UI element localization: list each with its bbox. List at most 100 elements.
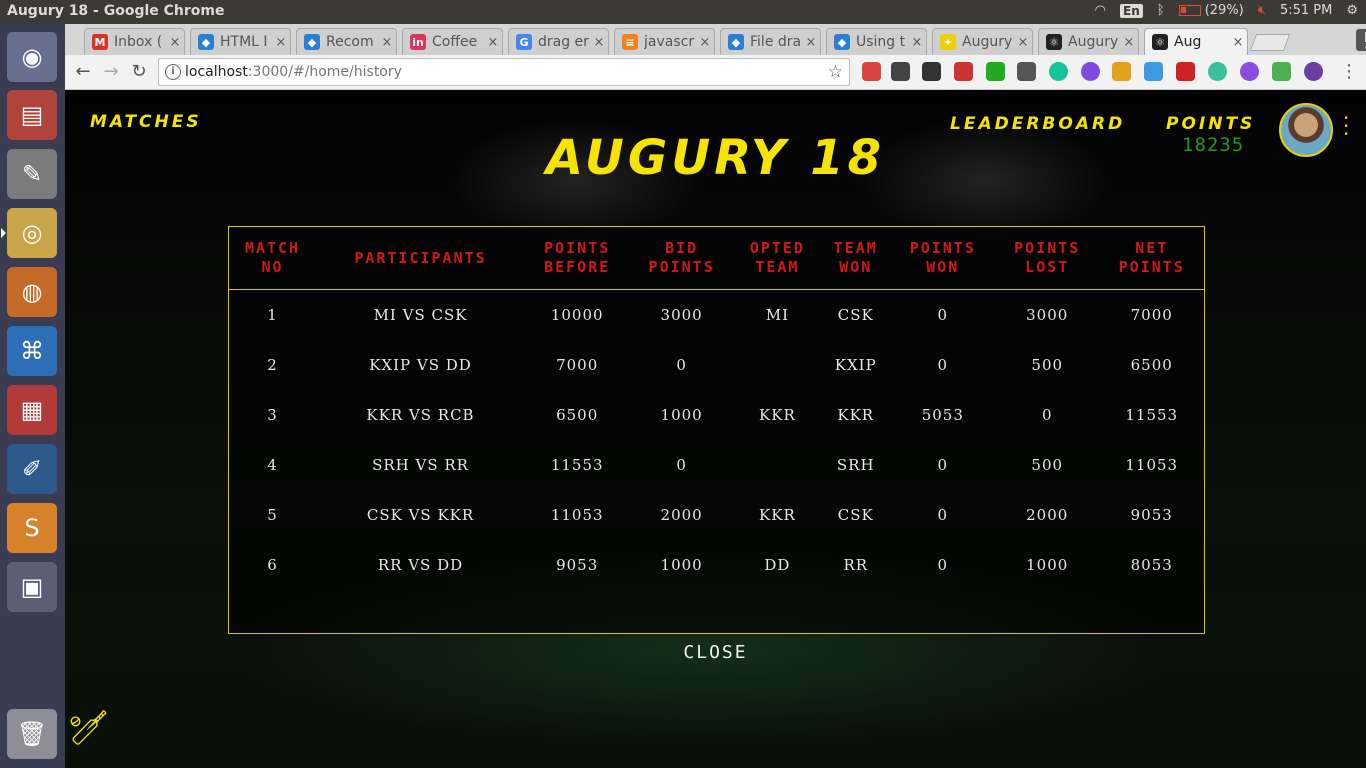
clock[interactable]: 5:51 PM	[1280, 3, 1332, 18]
cors-extension-icon[interactable]	[954, 62, 973, 81]
batsman-logo-icon[interactable]: 🏏︎	[67, 708, 113, 754]
extension-icon[interactable]	[862, 62, 881, 81]
new-tab-button[interactable]	[1249, 34, 1291, 51]
extension-icon[interactable]	[1017, 62, 1036, 81]
chrome-app-icon[interactable]: ◎	[1, 208, 57, 258]
browser-tab[interactable]: ◆ HTML I ×	[190, 28, 291, 55]
extension-icon[interactable]	[1272, 62, 1291, 81]
table-cell: 7000	[556, 355, 599, 374]
column-header-line: WON	[926, 258, 960, 276]
reload-button-icon[interactable]: ↻	[127, 60, 151, 84]
more-options-icon[interactable]: · · ·	[1343, 108, 1349, 144]
profile-button[interactable]: Person 1	[1356, 29, 1366, 61]
points-label: POINTS	[1166, 114, 1256, 134]
table-cell: KKR	[837, 405, 875, 424]
table-cell: CSK	[837, 305, 874, 324]
browser-tab[interactable]: ◆ Recom ×	[296, 28, 397, 55]
extension-icon[interactable]	[1081, 62, 1100, 81]
battery-indicator[interactable]: (29%)	[1178, 3, 1244, 18]
column-header: MATCH NO	[229, 227, 317, 290]
download-extension-icon[interactable]	[986, 62, 1005, 81]
table-cell: RR	[843, 555, 869, 574]
settings-gear-icon[interactable]: ⚙	[1346, 3, 1358, 18]
column-header: OPTED TEAM	[733, 227, 821, 290]
ubuntu-dash-icon[interactable]: ◉	[7, 32, 57, 82]
vscode-app-icon[interactable]: ⌘	[7, 326, 57, 376]
grammarly-extension-icon[interactable]	[1049, 62, 1068, 81]
extension-icon[interactable]	[1112, 62, 1131, 81]
bookmark-star-icon[interactable]: ☆	[828, 62, 843, 82]
workspace-switcher-icon[interactable]: ▣	[7, 562, 57, 612]
site-info-icon[interactable]: i	[165, 64, 181, 80]
close-tab-icon[interactable]: ×	[272, 35, 290, 50]
table-row: 6 RR VS DD 9053 1000 DD RR 0 1000 8053	[229, 540, 1204, 590]
column-header-line: WON	[839, 258, 873, 276]
table-cell: 1000	[660, 555, 703, 574]
browser-tab[interactable]: ✦ Augury ×	[932, 28, 1033, 55]
files-app-icon[interactable]: ▤	[7, 90, 57, 140]
extension-icon[interactable]	[1208, 62, 1227, 81]
close-tab-icon[interactable]: ×	[908, 35, 926, 50]
table-cell: 2000	[1026, 505, 1069, 524]
browser-tab[interactable]: ⚛ Aug ×	[1144, 28, 1248, 55]
back-button-icon[interactable]: ←	[71, 60, 95, 84]
browser-tab[interactable]: ≡ javascr ×	[614, 28, 715, 55]
browser-tab[interactable]: ◆ File dra ×	[720, 28, 821, 55]
close-tab-icon[interactable]: ×	[378, 35, 396, 50]
history-table: MATCH NO PARTICIPANTS POINTS BEFORE BID POINTS…	[229, 227, 1204, 590]
close-tab-icon[interactable]: ×	[696, 35, 714, 50]
firefox-app-icon[interactable]: ◍	[7, 267, 57, 317]
browser-tab[interactable]: ⚛ Augury ×	[1038, 28, 1139, 55]
close-tab-icon[interactable]: ×	[802, 35, 820, 50]
trash-icon[interactable]: 🗑︎	[7, 709, 57, 759]
browser-tab[interactable]: M Inbox (×	[84, 28, 185, 55]
user-avatar[interactable]	[1279, 103, 1333, 157]
close-tab-icon[interactable]: ×	[1229, 35, 1247, 50]
close-tab-icon[interactable]: ×	[1014, 35, 1032, 50]
tab-title: Augury	[1068, 34, 1119, 50]
close-button[interactable]: CLOSE	[65, 642, 1366, 663]
forward-button-icon[interactable]: →	[99, 60, 123, 84]
pocket-extension-icon[interactable]	[922, 62, 941, 81]
points-value: 18235	[1182, 134, 1245, 156]
table-cell: KKR	[759, 405, 796, 424]
chrome-menu-icon[interactable]: ⋮	[1337, 60, 1361, 84]
augury-icon: ✦	[940, 34, 956, 50]
text-editor-icon[interactable]: ✎	[7, 149, 57, 199]
google-icon: G	[516, 34, 532, 50]
nav-matches-link[interactable]: MATCHES	[90, 112, 202, 132]
terminal-app-icon[interactable]: ▦	[7, 385, 57, 435]
extension-icon[interactable]	[1304, 62, 1323, 81]
address-bar[interactable]: i localhost:3000/#/home/history ☆	[158, 58, 850, 86]
extension-icon[interactable]	[1240, 62, 1259, 81]
browser-tab[interactable]: in Coffee ×	[402, 28, 503, 55]
bluetooth-icon[interactable]: ᛒ	[1157, 3, 1165, 18]
table-cell: 5053	[921, 405, 964, 424]
close-tab-icon[interactable]: ×	[590, 35, 608, 50]
close-tab-icon[interactable]: ×	[484, 35, 502, 50]
extension-icon[interactable]	[1176, 62, 1195, 81]
table-cell: KXIP VS DD	[369, 355, 472, 374]
close-tab-icon[interactable]: ×	[1120, 35, 1138, 50]
table-cell: 1	[267, 305, 278, 324]
table-cell: CSK VS KKR	[366, 505, 475, 524]
volume-muted-icon[interactable]: 🔇︎	[1258, 3, 1266, 18]
table-cell	[734, 440, 821, 490]
column-header-line: TEAM	[833, 239, 878, 257]
browser-tab[interactable]: ◆ Using t ×	[826, 28, 927, 55]
mysql-workbench-icon[interactable]: ✐	[7, 444, 57, 494]
table-cell: 0	[937, 555, 949, 574]
table-cell: 9053	[556, 555, 599, 574]
extension-icon[interactable]	[1144, 62, 1163, 81]
window-title: Augury 18 - Google Chrome	[7, 3, 225, 19]
wifi-icon[interactable]: ◠	[1095, 3, 1106, 18]
extension-icon[interactable]	[891, 62, 910, 81]
nav-leaderboard-link[interactable]: LEADERBOARD	[950, 114, 1125, 134]
column-header-line: POINTS	[544, 239, 611, 257]
close-tab-icon[interactable]: ×	[166, 35, 184, 50]
table-cell: 1000	[660, 405, 703, 424]
browser-tab[interactable]: Gdrag er ×	[508, 28, 609, 55]
table-cell: SRH	[836, 455, 875, 474]
keyboard-layout-indicator[interactable]: En	[1120, 3, 1143, 18]
sublime-text-icon[interactable]: S	[7, 503, 57, 553]
